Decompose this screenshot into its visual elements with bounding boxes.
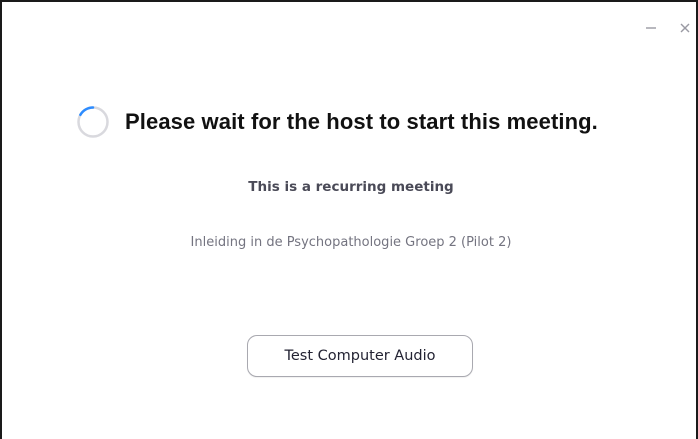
- close-icon: [680, 23, 690, 33]
- minimize-button[interactable]: [644, 21, 658, 35]
- waiting-message-heading: Please wait for the host to start this m…: [125, 109, 598, 134]
- close-button[interactable]: [678, 21, 692, 35]
- minimize-icon: [646, 27, 656, 29]
- meeting-topic: Inleiding in de Psychopathologie Groep 2…: [190, 235, 512, 250]
- window-controls: [644, 16, 692, 40]
- waiting-message-row: Please wait for the host to start this m…: [76, 104, 598, 140]
- loading-spinner-icon: [77, 106, 109, 138]
- recurring-meeting-label: This is a recurring meeting: [248, 179, 454, 195]
- waiting-room-window: Please wait for the host to start this m…: [0, 0, 698, 439]
- test-computer-audio-button[interactable]: Test Computer Audio: [247, 335, 473, 377]
